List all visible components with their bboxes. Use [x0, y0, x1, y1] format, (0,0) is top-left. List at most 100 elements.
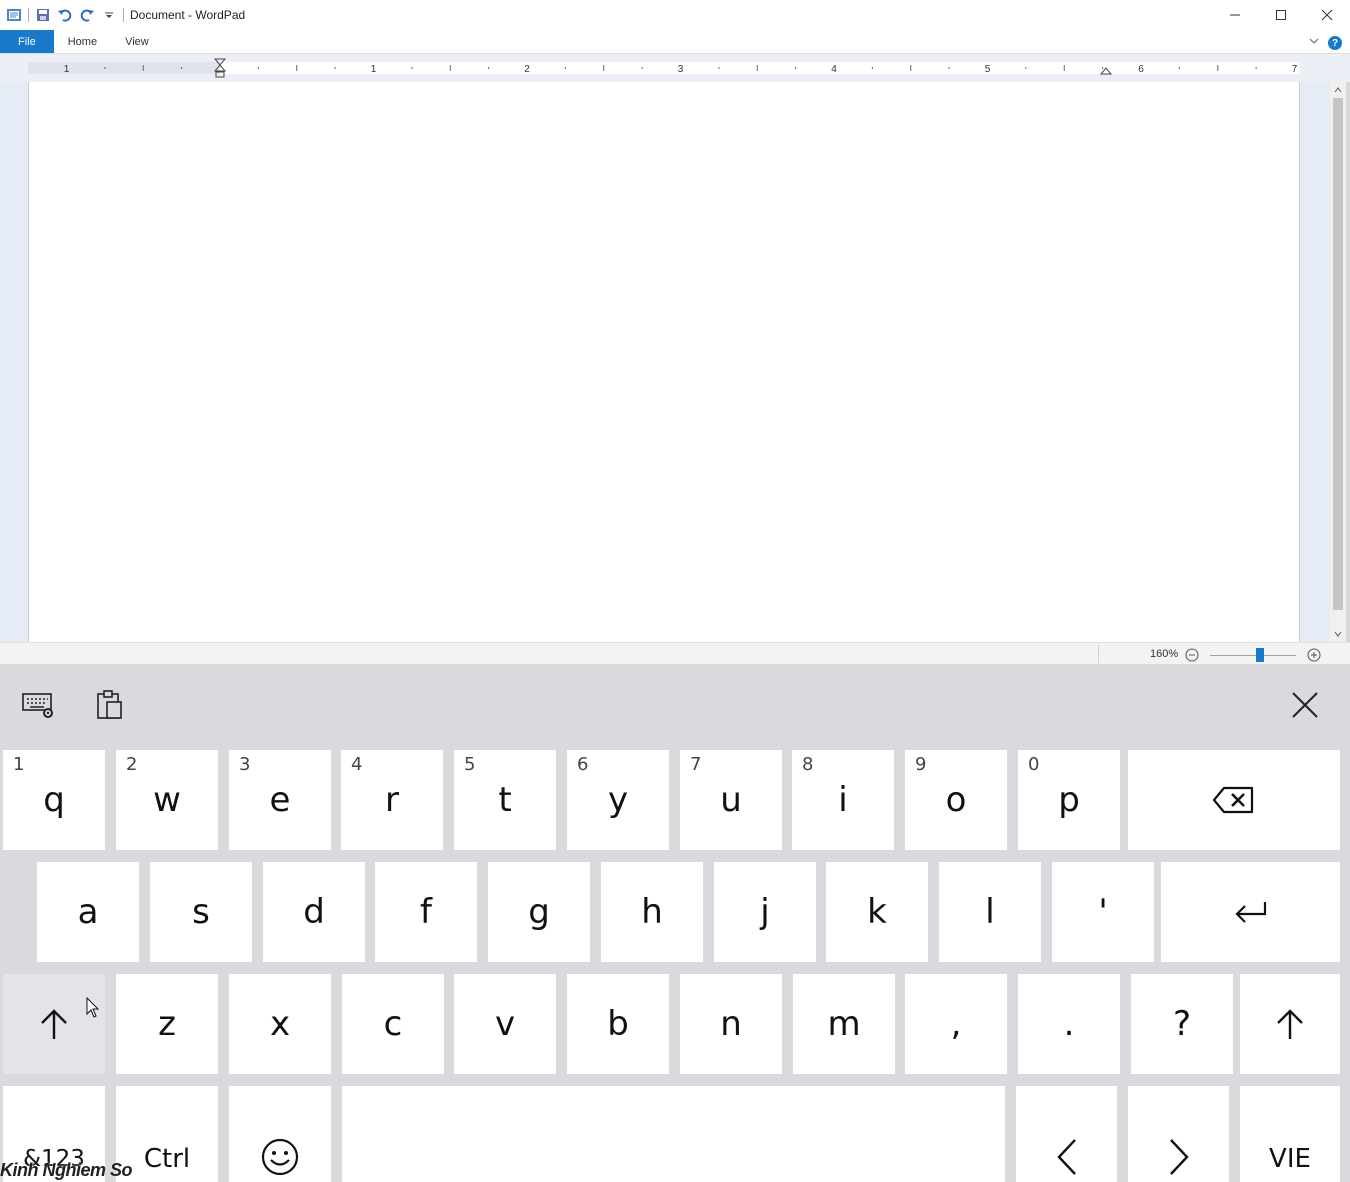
right-arrow-key[interactable] [1128, 1086, 1229, 1182]
key-y[interactable]: 6y [567, 750, 669, 850]
key-label: k [867, 892, 887, 932]
key-e[interactable]: 3e [229, 750, 331, 850]
backspace-key[interactable] [1128, 750, 1340, 850]
wordpad-app-icon[interactable] [6, 7, 22, 23]
key-row3-2[interactable]: c [342, 974, 444, 1074]
language-key[interactable]: VIE [1240, 1086, 1340, 1182]
ctrl-key-label: Ctrl [143, 1144, 191, 1174]
key-label: z [158, 1004, 176, 1044]
key-label: u [720, 780, 742, 820]
key-number-hint: 0 [1028, 754, 1040, 775]
key-label: o [945, 780, 967, 820]
chevron-down-icon [1334, 631, 1342, 637]
key-number-hint: 2 [126, 754, 138, 775]
scroll-up-button[interactable] [1330, 82, 1346, 98]
key-label: b [607, 1004, 629, 1044]
key-label: j [760, 892, 770, 932]
arrow-left-icon [1056, 1139, 1076, 1175]
tab-home[interactable]: Home [54, 30, 111, 53]
key-row3-7[interactable]: , [905, 974, 1007, 1074]
clipboard-button[interactable] [90, 686, 128, 724]
key-label: d [303, 892, 325, 932]
window-close-button[interactable] [1304, 0, 1350, 30]
key-p[interactable]: 0p [1018, 750, 1120, 850]
scroll-thumb[interactable] [1333, 98, 1343, 610]
key-row3-4[interactable]: b [567, 974, 669, 1074]
key-row3-0[interactable]: z [116, 974, 218, 1074]
emoji-icon [261, 1138, 299, 1176]
vertical-scrollbar[interactable] [1330, 82, 1346, 642]
key-row2-2[interactable]: d [263, 862, 365, 962]
key-row3-9[interactable]: ? [1131, 974, 1233, 1074]
key-row3-5[interactable]: n [680, 974, 782, 1074]
key-row3-6[interactable]: m [793, 974, 895, 1074]
zoom-slider-thumb[interactable] [1256, 648, 1264, 662]
ribbon-right-controls: ? [1308, 34, 1342, 52]
scroll-down-button[interactable] [1330, 626, 1346, 642]
maximize-button[interactable] [1258, 0, 1304, 30]
key-w[interactable]: 2w [116, 750, 218, 850]
ruler-label: 5 [985, 64, 991, 75]
keyboard-close-button[interactable] [1286, 686, 1324, 724]
key-row2-1[interactable]: s [150, 862, 252, 962]
key-q[interactable]: 1q [3, 750, 105, 850]
zoom-out-button[interactable] [1185, 648, 1199, 662]
key-row2-9[interactable]: ' [1052, 862, 1154, 962]
key-label: x [269, 1004, 291, 1044]
ruler-label: 1 [64, 64, 70, 75]
key-number-hint: 9 [915, 754, 927, 775]
tab-file[interactable]: File [0, 30, 54, 53]
key-o[interactable]: 9o [905, 750, 1007, 850]
status-bar: 160% [0, 642, 1350, 664]
ruler-label: 1 [371, 64, 377, 75]
backspace-icon [1212, 786, 1254, 814]
save-icon[interactable] [35, 7, 51, 23]
chevron-up-icon [1334, 87, 1342, 93]
emoji-key[interactable] [229, 1086, 331, 1182]
zoom-in-button[interactable] [1307, 648, 1321, 662]
customize-toolbar-icon[interactable] [101, 7, 117, 23]
help-button[interactable]: ? [1328, 36, 1342, 50]
key-row2-4[interactable]: g [488, 862, 590, 962]
key-row3-8[interactable]: . [1018, 974, 1120, 1074]
keyboard-toolbar [0, 664, 1350, 750]
window-title: Document - WordPad [130, 8, 246, 22]
key-row3-1[interactable]: x [229, 974, 331, 1074]
expand-ribbon-button[interactable] [1308, 34, 1320, 52]
left-arrow-key[interactable] [1016, 1086, 1117, 1182]
shift-icon [41, 1009, 67, 1039]
key-label: q [43, 780, 65, 820]
space-key[interactable] [342, 1086, 1005, 1182]
key-row2-7[interactable]: k [826, 862, 928, 962]
shift-left-key[interactable] [3, 974, 105, 1074]
ruler-area: 1 1 2 3 4 5 6 7 [0, 54, 1350, 82]
key-label: w [153, 780, 181, 820]
document-page[interactable] [28, 82, 1300, 642]
key-row3-3[interactable]: v [454, 974, 556, 1074]
key-label: e [269, 780, 291, 820]
key-t[interactable]: 5t [454, 750, 556, 850]
key-row2-6[interactable]: j [714, 862, 816, 962]
undo-icon[interactable] [57, 7, 73, 23]
key-label: a [77, 892, 99, 932]
window-right-border [1346, 82, 1350, 662]
minimize-button[interactable] [1212, 0, 1258, 30]
key-row2-8[interactable]: l [939, 862, 1041, 962]
mouse-pointer-icon [86, 997, 100, 1018]
key-row2-3[interactable]: f [375, 862, 477, 962]
zoom-slider-track[interactable] [1210, 655, 1296, 656]
tab-view[interactable]: View [111, 30, 163, 53]
key-i[interactable]: 8i [792, 750, 894, 850]
key-u[interactable]: 7u [680, 750, 782, 850]
key-row2-5[interactable]: h [601, 862, 703, 962]
window-close-icon [1321, 9, 1333, 21]
shift-right-key[interactable] [1240, 974, 1340, 1074]
key-r[interactable]: 4r [341, 750, 443, 850]
enter-key[interactable] [1161, 862, 1340, 962]
redo-icon[interactable] [79, 7, 95, 23]
key-number-hint: 8 [802, 754, 814, 775]
horizontal-ruler[interactable]: 1 1 2 3 4 5 6 7 [28, 58, 1300, 78]
key-number-hint: 3 [239, 754, 251, 775]
key-row2-0[interactable]: a [37, 862, 139, 962]
keyboard-settings-button[interactable] [20, 686, 58, 724]
